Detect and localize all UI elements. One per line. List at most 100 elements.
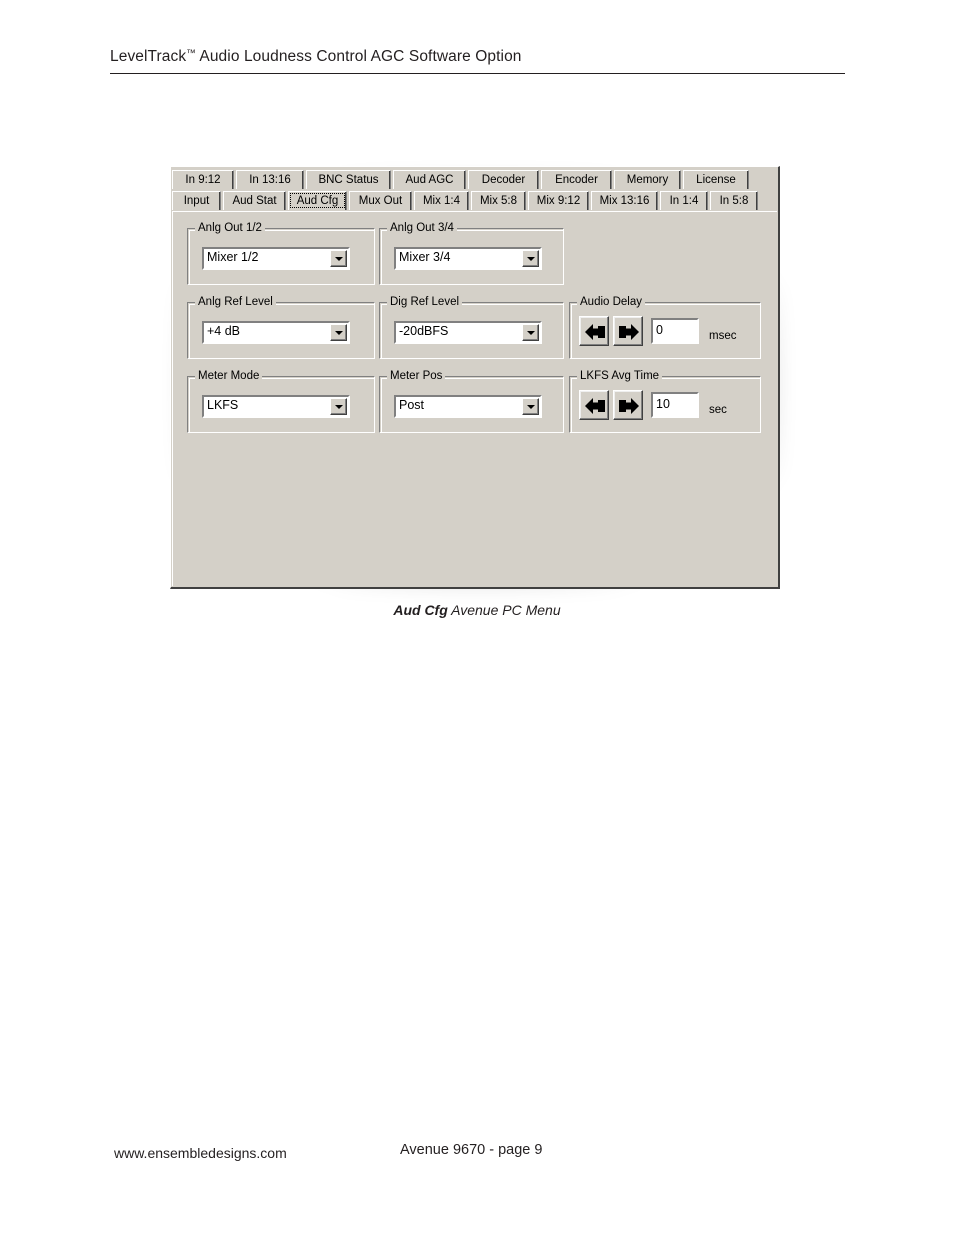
tab-label: Aud Cfg: [296, 195, 339, 207]
tab-aud-agc[interactable]: Aud AGC: [393, 170, 466, 189]
right-arrow-icon: [619, 398, 639, 414]
group-label-meter-pos: Meter Pos: [387, 370, 446, 383]
tab-label: Memory: [626, 174, 669, 186]
tab-input[interactable]: Input: [172, 191, 221, 210]
tab-label: Mix 5:8: [479, 195, 518, 207]
footer-website: www.ensembledesigns.com: [114, 1145, 287, 1161]
lkfs-avg-time-input[interactable]: 10: [651, 392, 699, 418]
page-header-product: LevelTrack: [110, 48, 187, 65]
tab-label: Decoder: [481, 174, 526, 186]
lkfs-avg-time-increment-button[interactable]: [613, 390, 643, 420]
left-arrow-icon: [585, 324, 605, 340]
tab-in-9-12[interactable]: In 9:12: [172, 170, 234, 189]
tab-label: Mix 1:4: [422, 195, 461, 207]
anlg-ref-level-combo[interactable]: +4 dB: [202, 321, 350, 344]
audio-delay-decrement-button[interactable]: [579, 316, 609, 346]
page-header-subtitle: Audio Loudness Control AGC Software Opti…: [195, 48, 522, 65]
chevron-down-icon[interactable]: [522, 324, 539, 341]
figure-caption-bold: Aud Cfg: [393, 602, 448, 618]
meter-pos-combo[interactable]: Post: [394, 395, 542, 418]
trademark-symbol: ™: [186, 48, 196, 59]
audio-delay-increment-button[interactable]: [613, 316, 643, 346]
tab-label: Aud Stat: [232, 195, 277, 207]
group-label-anlg-out-12: Anlg Out 1/2: [195, 222, 265, 235]
group-anlg-out-34: Anlg Out 3/4 Mixer 3/4: [379, 222, 564, 285]
tab-label: Encoder: [555, 174, 598, 186]
anlg-ref-level-value: +4 dB: [207, 324, 241, 338]
anlg-out-34-value: Mixer 3/4: [399, 250, 451, 264]
group-label-dig-ref-level: Dig Ref Level: [387, 296, 463, 309]
meter-mode-value: LKFS: [207, 398, 239, 412]
figure-caption: Aud Cfg Avenue PC Menu: [0, 602, 954, 618]
tab-label: In 1:4: [669, 195, 699, 207]
tab-mix-5-8[interactable]: Mix 5:8: [471, 191, 526, 210]
footer-page-number: Avenue 9670 - page 9: [400, 1142, 543, 1158]
group-label-lkfs-avg-time: LKFS Avg Time: [577, 370, 663, 383]
tab-encoder[interactable]: Encoder: [541, 170, 612, 189]
lkfs-avg-time-unit: sec: [709, 404, 727, 416]
tab-label: In 5:8: [719, 195, 749, 207]
lkfs-avg-time-value: 10: [656, 397, 670, 411]
right-arrow-icon: [619, 324, 639, 340]
audio-delay-input[interactable]: 0: [651, 318, 699, 344]
tab-license[interactable]: License: [683, 170, 749, 189]
tab-bnc-status[interactable]: BNC Status: [306, 170, 391, 189]
group-dig-ref-level: Dig Ref Level -20dBFS: [379, 296, 564, 359]
group-label-meter-mode: Meter Mode: [195, 370, 263, 383]
group-anlg-out-12: Anlg Out 1/2 Mixer 1/2: [187, 222, 375, 285]
tab-label: In 13:16: [249, 174, 291, 186]
anlg-out-12-combo[interactable]: Mixer 1/2: [202, 247, 350, 270]
tab-aud-cfg[interactable]: Aud Cfg: [288, 191, 347, 210]
group-label-anlg-ref-level: Anlg Ref Level: [195, 296, 276, 309]
tab-decoder[interactable]: Decoder: [468, 170, 539, 189]
page-header: LevelTrack™ Audio Loudness Control AGC S…: [110, 48, 845, 74]
tab-label: Mux Out: [358, 195, 403, 207]
meter-pos-value: Post: [399, 398, 425, 412]
chevron-down-icon[interactable]: [522, 250, 539, 267]
tab-label: Mix 13:16: [599, 195, 650, 207]
dig-ref-level-combo[interactable]: -20dBFS: [394, 321, 542, 344]
dialog-client-area: Anlg Out 1/2 Mixer 1/2 Anlg Out 3/4 Mixe…: [172, 211, 777, 586]
group-meter-pos: Meter Pos Post: [379, 370, 564, 433]
tab-label: License: [696, 174, 736, 186]
group-label-anlg-out-34: Anlg Out 3/4: [387, 222, 457, 235]
tab-in-13-16[interactable]: In 13:16: [236, 170, 304, 189]
anlg-out-34-combo[interactable]: Mixer 3/4: [394, 247, 542, 270]
group-lkfs-avg-time: LKFS Avg Time 10 sec: [569, 370, 761, 433]
tab-row-lower: Input Aud Stat Aud Cfg Mux Out Mix 1:4 Mix 5:…: [172, 190, 778, 210]
tab-in-5-8[interactable]: In 5:8: [710, 191, 758, 210]
group-anlg-ref-level: Anlg Ref Level +4 dB: [187, 296, 375, 359]
audio-delay-value: 0: [656, 323, 663, 337]
aud-cfg-dialog: In 9:12 In 13:16 BNC Status Aud AGC Decoder E…: [170, 166, 780, 589]
tab-memory[interactable]: Memory: [614, 170, 681, 189]
tab-in-1-4[interactable]: In 1:4: [660, 191, 708, 210]
chevron-down-icon[interactable]: [330, 324, 347, 341]
tab-label: Mix 9:12: [536, 195, 581, 207]
tab-aud-stat[interactable]: Aud Stat: [223, 191, 286, 210]
tab-label: Aud AGC: [405, 174, 454, 186]
tab-mix-9-12[interactable]: Mix 9:12: [528, 191, 589, 210]
group-audio-delay: Audio Delay 0 msec: [569, 296, 761, 359]
group-label-audio-delay: Audio Delay: [577, 296, 646, 309]
page-header-title: LevelTrack™ Audio Loudness Control AGC S…: [110, 48, 845, 73]
tab-label: BNC Status: [318, 174, 379, 186]
tab-label: In 9:12: [185, 174, 221, 186]
meter-mode-combo[interactable]: LKFS: [202, 395, 350, 418]
tab-label: Input: [183, 195, 210, 207]
tab-strip: In 9:12 In 13:16 BNC Status Aud AGC Decoder E…: [172, 169, 778, 211]
audio-delay-unit: msec: [709, 330, 737, 342]
figure-caption-rest: Avenue PC Menu: [447, 602, 561, 618]
tab-mix-13-16[interactable]: Mix 13:16: [591, 191, 658, 210]
dig-ref-level-value: -20dBFS: [399, 324, 449, 338]
lkfs-avg-time-decrement-button[interactable]: [579, 390, 609, 420]
tab-row-upper: In 9:12 In 13:16 BNC Status Aud AGC Decoder E…: [172, 169, 778, 189]
chevron-down-icon[interactable]: [522, 398, 539, 415]
chevron-down-icon[interactable]: [330, 398, 347, 415]
left-arrow-icon: [585, 398, 605, 414]
group-meter-mode: Meter Mode LKFS: [187, 370, 375, 433]
tab-mix-1-4[interactable]: Mix 1:4: [414, 191, 469, 210]
chevron-down-icon[interactable]: [330, 250, 347, 267]
header-divider: [110, 73, 845, 74]
anlg-out-12-value: Mixer 1/2: [207, 250, 259, 264]
tab-mux-out[interactable]: Mux Out: [349, 191, 412, 210]
